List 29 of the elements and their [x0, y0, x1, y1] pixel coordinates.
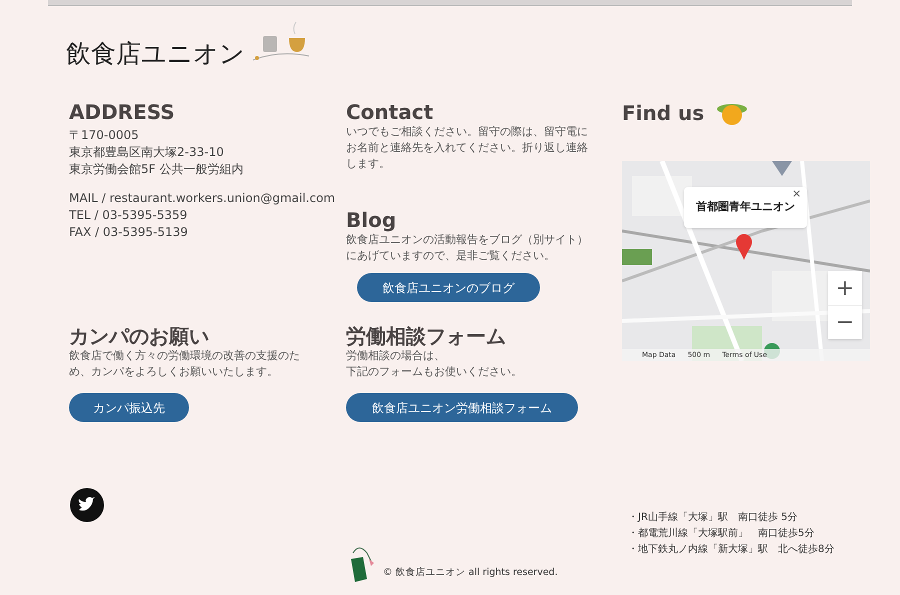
form-button[interactable]: 飲食店ユニオン労働相談フォーム	[346, 393, 578, 422]
site-title: 飲食店ユニオン	[66, 38, 245, 70]
map-pin-icon	[736, 234, 752, 260]
contact-text: いつでもご相談ください。留守の際は、留守電にお名前と連絡先を入れてください。折り返し連絡します。	[346, 124, 589, 172]
kanpa-heading: カンパのお願い	[69, 324, 210, 348]
find-us-heading: Find us	[622, 101, 704, 125]
contact-heading: Contact	[346, 100, 434, 124]
address-heading: ADDRESS	[69, 100, 176, 124]
contact-line: TEL / 03-5395-5359	[69, 207, 188, 224]
zoom-out-button[interactable]: −	[828, 305, 862, 339]
twitter-icon[interactable]	[70, 488, 104, 522]
address-line: 東京都豊島区南大塚2-33-10	[69, 144, 225, 161]
address-line: 東京労働会館5F 公共一般労組内	[69, 161, 244, 178]
access-line: ・JR山手線「大塚」駅 南口徒歩 5分	[628, 510, 798, 525]
address-line: 〒170-0005	[69, 127, 140, 144]
access-line: ・都電荒川線「大塚駅前」 南口徒歩5分	[628, 526, 816, 541]
kanpa-button[interactable]: カンパ振込先	[69, 393, 189, 422]
blog-heading: Blog	[346, 208, 398, 232]
form-text: 労働相談の場合は、	[346, 348, 446, 364]
form-text: 下記のフォームもお使いください。	[346, 364, 523, 380]
contact-line: MAIL / restaurant.workers.union@gmail.com	[69, 190, 336, 207]
copyright-text: © 飲食店ユニオン all rights reserved.	[383, 566, 558, 580]
access-line: ・地下鉄丸ノ内線「新大塚」駅 北へ徒歩8分	[628, 542, 834, 557]
kanpa-text: 飲食店で働く方々の労働環境の改善の支援のため、カンパをよろしくお願いいたします。	[69, 348, 301, 380]
contact-line: FAX / 03-5395-5139	[69, 224, 189, 241]
form-heading: 労働相談フォーム	[346, 324, 507, 348]
zoom-in-button[interactable]: +	[828, 271, 862, 305]
blog-button[interactable]: 飲食店ユニオンのブログ	[357, 273, 540, 302]
blog-text: 飲食店ユニオンの活動報告をブログ（別サイト）にあげていますので、是非ご覧ください。	[346, 232, 589, 264]
